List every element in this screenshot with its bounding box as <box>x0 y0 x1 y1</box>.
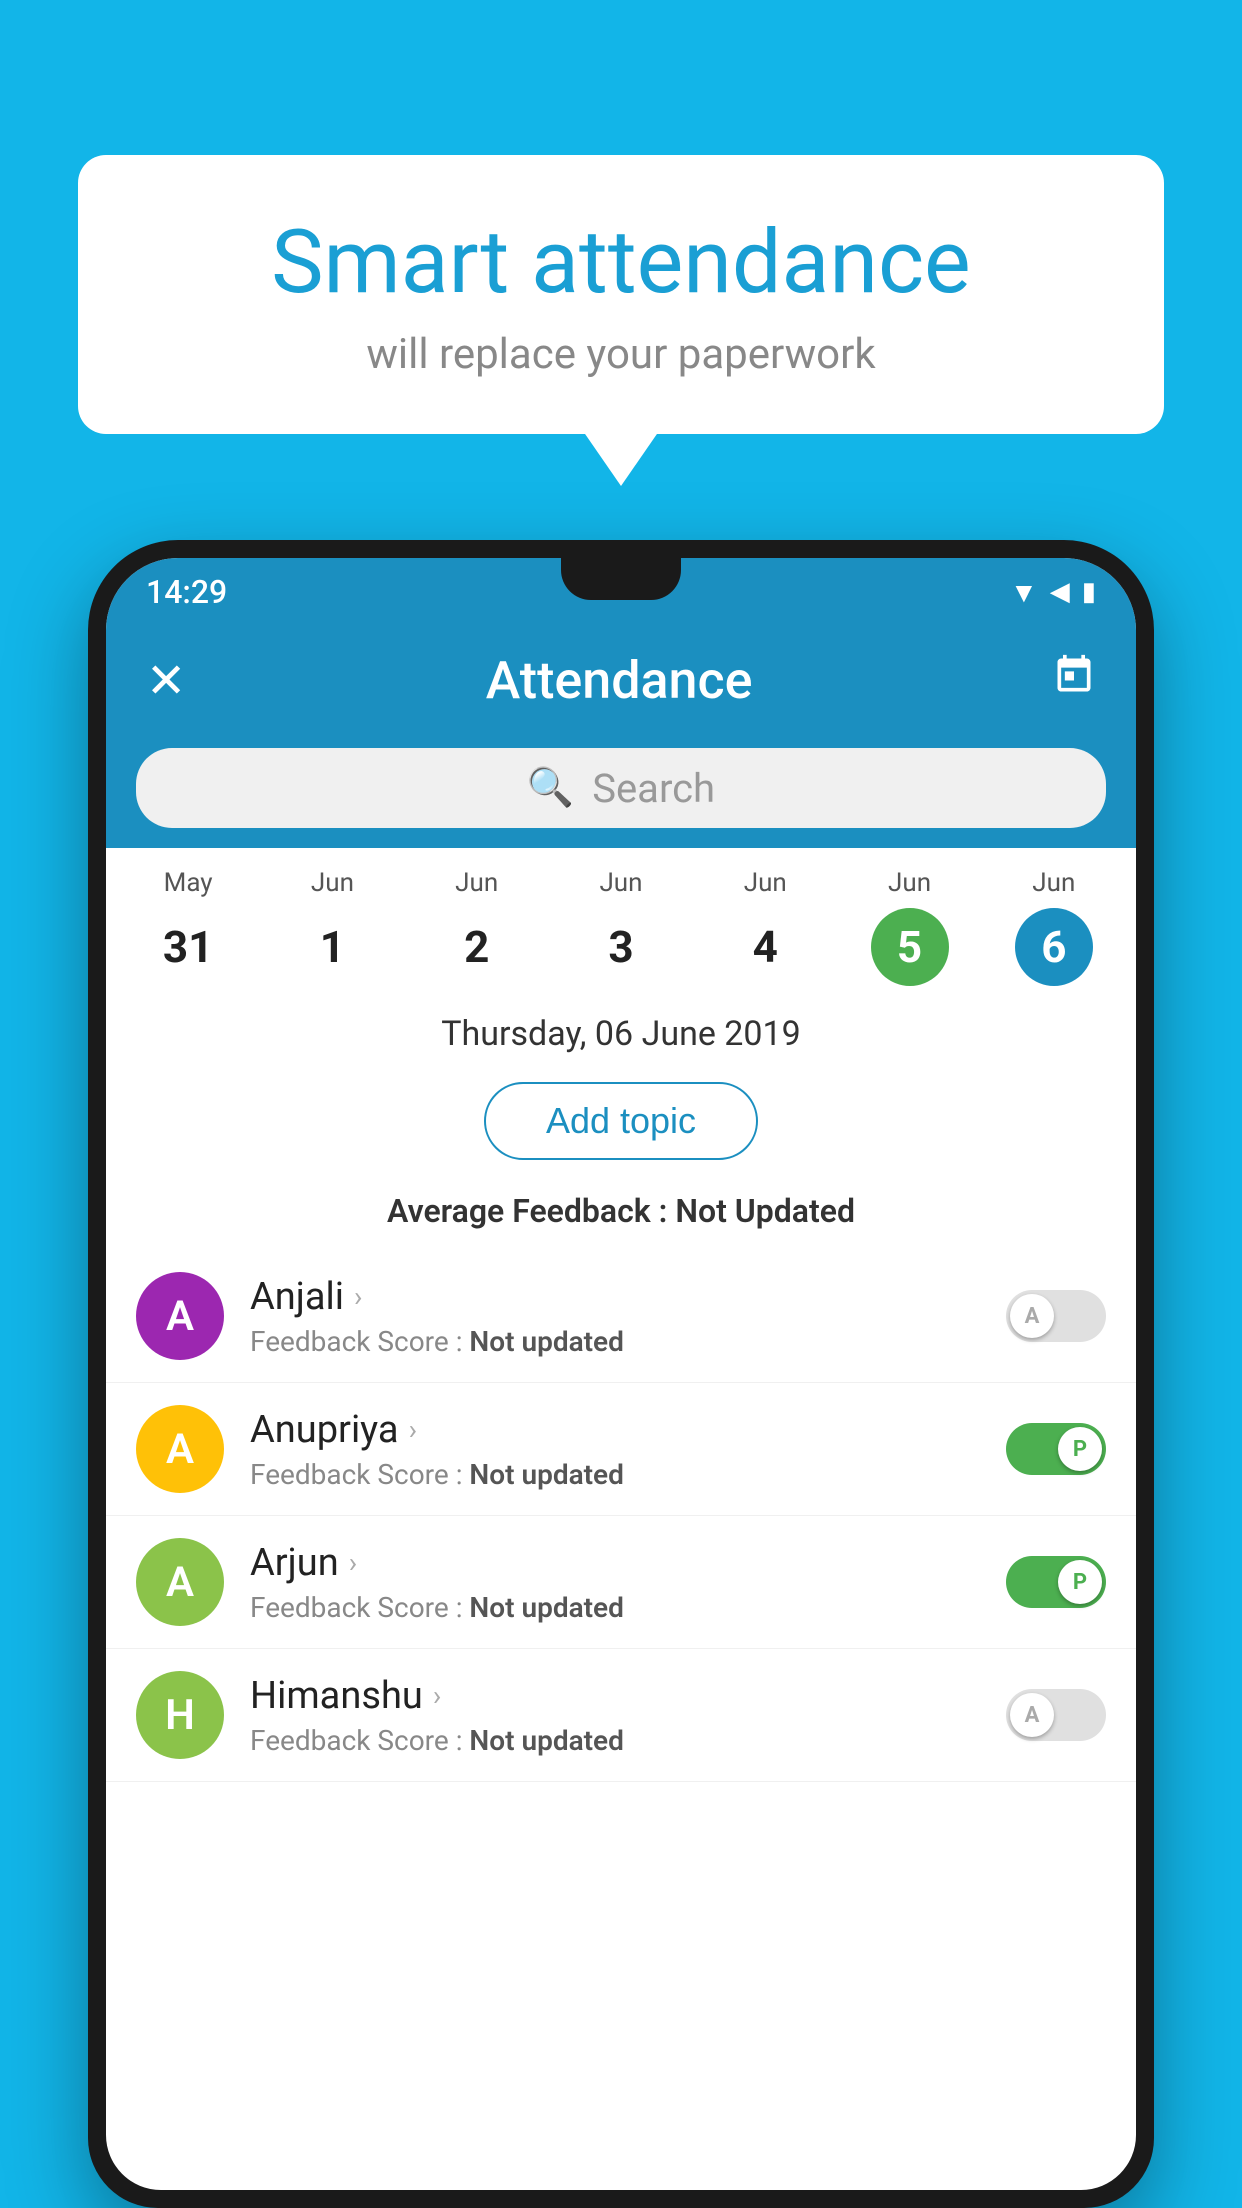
chevron-icon: › <box>433 1679 441 1712</box>
avatar: A <box>136 1538 224 1626</box>
cal-date: 4 <box>726 908 804 986</box>
student-name: Anupriya › <box>250 1408 1006 1452</box>
cal-month: Jun <box>549 868 693 898</box>
avg-feedback-value: Not Updated <box>675 1192 855 1230</box>
cal-day[interactable]: Jun 4 <box>693 868 837 986</box>
cal-date: 6 <box>1015 908 1093 986</box>
avatar: H <box>136 1671 224 1759</box>
app-bar-title: Attendance <box>486 650 753 711</box>
cal-day[interactable]: Jun 2 <box>405 868 549 986</box>
student-name: Anjali › <box>250 1275 1006 1319</box>
student-info: Himanshu › Feedback Score : Not updated <box>250 1674 1006 1757</box>
chevron-icon: › <box>354 1280 362 1313</box>
status-icons: ▼ ◀ ▮ <box>1010 576 1096 609</box>
student-item[interactable]: A Anupriya › Feedback Score : Not update… <box>106 1383 1136 1516</box>
toggle-thumb: A <box>1010 1294 1054 1338</box>
cal-month: Jun <box>982 868 1126 898</box>
notch <box>561 558 681 600</box>
student-info: Anjali › Feedback Score : Not updated <box>250 1275 1006 1358</box>
status-time: 14:29 <box>146 573 227 611</box>
attendance-toggle[interactable]: A <box>1006 1689 1106 1741</box>
cal-day[interactable]: Jun 3 <box>549 868 693 986</box>
selected-date: Thursday, 06 June 2019 <box>106 986 1136 1070</box>
toggle-thumb: P <box>1058 1427 1102 1471</box>
student-info: Arjun › Feedback Score : Not updated <box>250 1541 1006 1624</box>
student-info: Anupriya › Feedback Score : Not updated <box>250 1408 1006 1491</box>
phone-inner: 14:29 ▼ ◀ ▮ ✕ Attendance 🔍 Search <box>106 558 1136 2190</box>
toggle-wrap[interactable]: P <box>1006 1556 1106 1608</box>
cal-day[interactable]: Jun 6 <box>982 868 1126 986</box>
search-icon: 🔍 <box>527 766 574 810</box>
feedback-score: Feedback Score : Not updated <box>250 1591 1006 1624</box>
cal-date: 1 <box>293 908 371 986</box>
cal-day[interactable]: Jun 5 <box>837 868 981 986</box>
signal-icon: ◀ <box>1050 577 1070 607</box>
bubble-subtitle: will replace your paperwork <box>128 330 1114 379</box>
attendance-toggle[interactable]: P <box>1006 1556 1106 1608</box>
toggle-wrap[interactable]: A <box>1006 1290 1106 1342</box>
add-topic-button[interactable]: Add topic <box>484 1082 758 1160</box>
wifi-icon: ▼ <box>1010 576 1038 609</box>
close-icon[interactable]: ✕ <box>146 652 186 709</box>
app-bar: ✕ Attendance <box>106 626 1136 734</box>
student-item[interactable]: A Arjun › Feedback Score : Not updated P <box>106 1516 1136 1649</box>
average-feedback: Average Feedback : Not Updated <box>106 1184 1136 1250</box>
cal-month: Jun <box>693 868 837 898</box>
student-item[interactable]: H Himanshu › Feedback Score : Not update… <box>106 1649 1136 1782</box>
feedback-score: Feedback Score : Not updated <box>250 1458 1006 1491</box>
search-label: Search <box>592 765 715 812</box>
student-name: Arjun › <box>250 1541 1006 1585</box>
phone-frame: 14:29 ▼ ◀ ▮ ✕ Attendance 🔍 Search <box>88 540 1154 2208</box>
toggle-wrap[interactable]: P <box>1006 1423 1106 1475</box>
cal-day[interactable]: Jun 1 <box>260 868 404 986</box>
cal-month: Jun <box>260 868 404 898</box>
toggle-thumb: A <box>1010 1693 1054 1737</box>
cal-month: Jun <box>837 868 981 898</box>
feedback-score: Feedback Score : Not updated <box>250 1325 1006 1358</box>
bubble-title: Smart attendance <box>128 215 1114 312</box>
toggle-wrap[interactable]: A <box>1006 1689 1106 1741</box>
student-name: Himanshu › <box>250 1674 1006 1718</box>
attendance-toggle[interactable]: A <box>1006 1290 1106 1342</box>
speech-bubble: Smart attendance will replace your paper… <box>78 155 1164 434</box>
chevron-icon: › <box>349 1546 357 1579</box>
cal-date: 5 <box>871 908 949 986</box>
calendar-row: May 31 Jun 1 Jun 2 Jun 3 Jun 4 Jun 5 Jun… <box>106 848 1136 986</box>
chevron-icon: › <box>409 1413 417 1446</box>
avatar: A <box>136 1405 224 1493</box>
student-item[interactable]: A Anjali › Feedback Score : Not updated … <box>106 1250 1136 1383</box>
avatar: A <box>136 1272 224 1360</box>
feedback-score: Feedback Score : Not updated <box>250 1724 1006 1757</box>
battery-icon: ▮ <box>1082 577 1096 607</box>
cal-month: May <box>116 868 260 898</box>
cal-date: 31 <box>149 908 227 986</box>
attendance-toggle[interactable]: P <box>1006 1423 1106 1475</box>
student-list: A Anjali › Feedback Score : Not updated … <box>106 1250 1136 1782</box>
search-bar[interactable]: 🔍 Search <box>136 748 1106 828</box>
search-bar-container: 🔍 Search <box>106 734 1136 848</box>
avg-feedback-label: Average Feedback : <box>387 1192 675 1230</box>
cal-date: 2 <box>438 908 516 986</box>
toggle-thumb: P <box>1058 1560 1102 1604</box>
calendar-icon[interactable] <box>1052 653 1096 708</box>
cal-day[interactable]: May 31 <box>116 868 260 986</box>
status-bar: 14:29 ▼ ◀ ▮ <box>106 558 1136 626</box>
cal-month: Jun <box>405 868 549 898</box>
cal-date: 3 <box>582 908 660 986</box>
add-topic-container: Add topic <box>106 1070 1136 1184</box>
